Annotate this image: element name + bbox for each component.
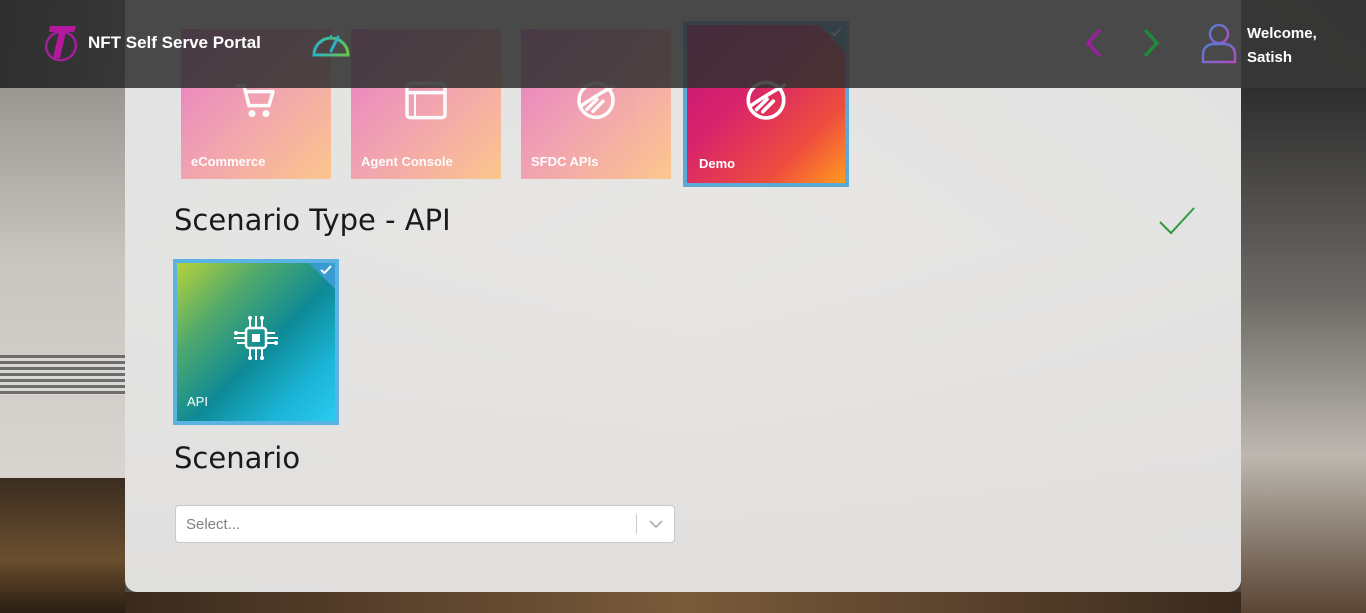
background-wall [0, 88, 125, 478]
select-separator [636, 514, 637, 534]
welcome-text: Welcome, [1247, 25, 1317, 42]
chevron-left-icon[interactable] [1082, 27, 1106, 59]
tile-label: eCommerce [191, 154, 266, 169]
user-name: Satish [1247, 49, 1293, 66]
background-lobby [0, 478, 125, 613]
top-header: NFT Self Serve Portal Welcome, Satish [0, 0, 1366, 88]
chevron-down-icon[interactable] [648, 517, 664, 531]
gauge-icon[interactable] [310, 27, 352, 59]
tile-label: Agent Console [361, 154, 453, 169]
user-icon[interactable] [1200, 22, 1238, 64]
select-placeholder: Select... [186, 516, 241, 533]
check-icon [1159, 207, 1195, 235]
background-building [1241, 88, 1366, 613]
welcome-message: Welcome, Satish [1247, 22, 1317, 70]
background-vent [0, 355, 125, 395]
tile-label: SFDC APIs [531, 154, 599, 169]
scenario-select[interactable]: Select... [175, 505, 675, 543]
tile-background: API [177, 263, 335, 421]
selected-check-icon [320, 265, 332, 275]
tile-api[interactable]: API [173, 259, 339, 425]
scenario-type-heading: Scenario Type - API [174, 203, 451, 237]
tile-label: API [187, 394, 208, 409]
telstra-logo-icon[interactable] [42, 22, 80, 64]
circuit-chip-icon [234, 316, 278, 360]
tile-label: Demo [699, 156, 736, 171]
chevron-right-icon[interactable] [1139, 27, 1163, 59]
background-floor [125, 592, 1241, 613]
scenario-heading: Scenario [174, 441, 301, 475]
portal-title: NFT Self Serve Portal [88, 33, 261, 52]
